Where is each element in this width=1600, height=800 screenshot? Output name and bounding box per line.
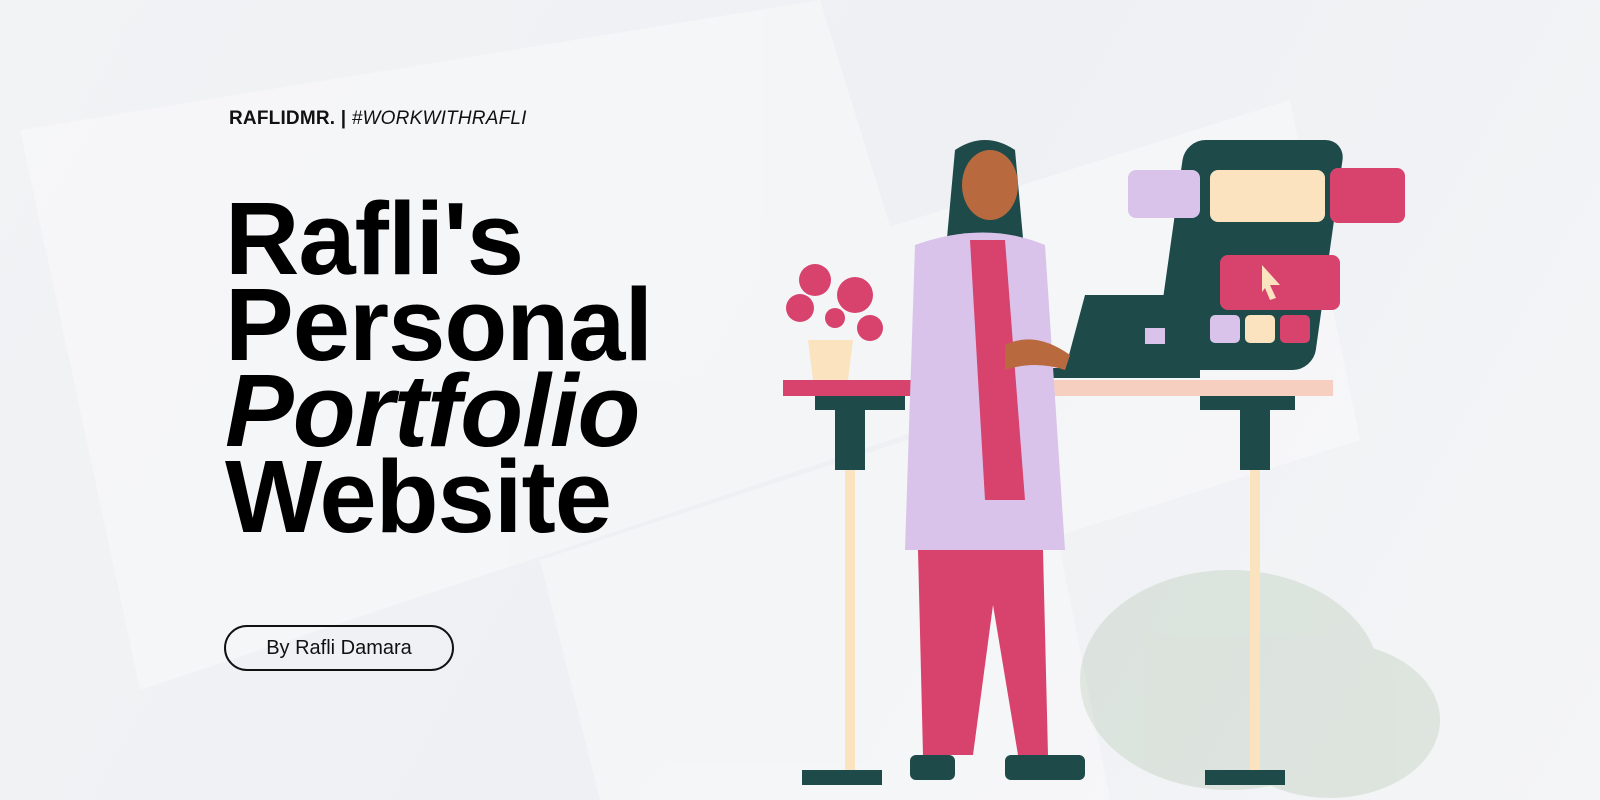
pants-illustration	[918, 550, 1048, 755]
card-illustration	[1330, 168, 1405, 223]
card-illustration	[1220, 255, 1340, 310]
brand-hashtag: #WORKWITHRAFLI	[351, 108, 527, 129]
laptop-illustration	[1065, 295, 1215, 370]
plant-pot-illustration	[808, 340, 853, 380]
page-title: Rafli's Personal Portfolio Website	[225, 187, 653, 554]
face-illustration	[962, 150, 1018, 220]
flower-illustration	[786, 264, 883, 341]
author-badge: By Rafli Damara	[224, 625, 454, 671]
brand-name: RAFLIDMR. |	[229, 108, 347, 129]
brand-header: RAFLIDMR. | #WORKWITHRAFLI	[229, 108, 527, 130]
title-line: Website	[225, 439, 612, 554]
illustration-woman-at-desk	[783, 140, 1405, 785]
card-illustration	[1128, 170, 1200, 218]
card-illustration	[1210, 170, 1325, 222]
